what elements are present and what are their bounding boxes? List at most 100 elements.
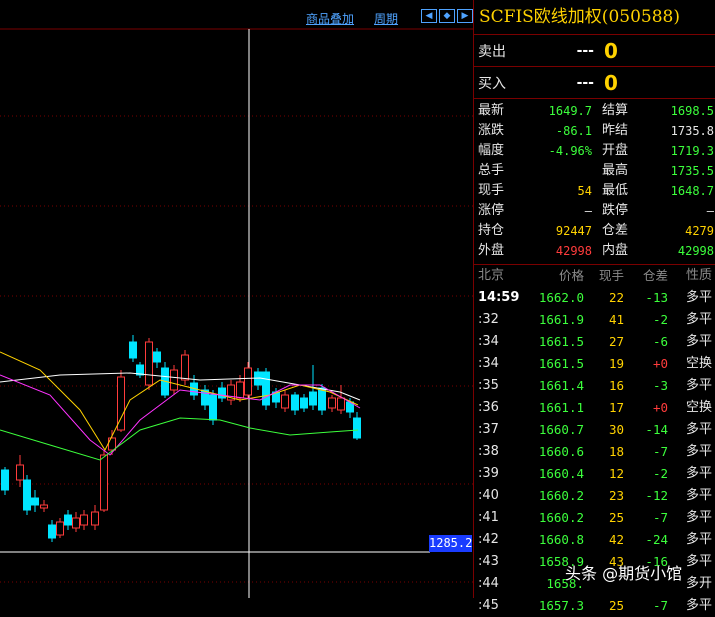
quote-panel: SCFIS欧线加权(050588) 卖出 --- 0 买入 --- 0 最新 16… — [473, 0, 715, 613]
scroll-right-icon[interactable]: ▶ — [457, 9, 473, 23]
kline-canvas — [0, 28, 473, 598]
tick-t: :44 — [478, 576, 499, 591]
candle — [1, 469, 9, 491]
tick-row[interactable]: :42 1660.8 42 -24 多平 — [474, 529, 715, 551]
overlay-link[interactable]: 商品叠加 — [306, 10, 354, 27]
tick-t: 14:59 — [478, 290, 520, 305]
tick-n: 空换 — [685, 400, 712, 415]
tick-p: 1661.1 — [538, 400, 584, 415]
tick-n: 空换 — [685, 356, 712, 371]
tick-row[interactable]: 14:59 1662.0 22 -13 多平 — [474, 287, 715, 309]
candle — [209, 394, 217, 421]
watermark: 头条 @期货小馆 — [565, 564, 683, 583]
stat-value: 1719.3 — [670, 144, 714, 158]
tick-q: 41 — [608, 312, 624, 327]
kline-chart[interactable]: 商品叠加 周期 ◀ ◆ ▶ 1285.2 — [0, 0, 473, 598]
stat-value: 1735.8 — [670, 124, 714, 138]
stat-label: 最低 — [602, 183, 629, 198]
tick-row[interactable]: :35 1661.4 16 -3 多平 — [474, 375, 715, 397]
tick-t: :38 — [478, 444, 499, 459]
tick-d: -24 — [645, 532, 668, 547]
buy-price: --- — [576, 74, 594, 91]
ma-green — [0, 417, 359, 461]
tick-p: 1660.7 — [538, 422, 584, 437]
tick-d: -12 — [645, 488, 668, 503]
stat-label: 跌停 — [602, 203, 629, 218]
scroll-left-icon[interactable]: ◀ — [421, 9, 437, 23]
tick-n: 多平 — [685, 312, 712, 327]
crosshair-price-tag: 1285.2 — [429, 535, 473, 552]
sell-qty: 0 — [604, 38, 618, 63]
candle — [291, 394, 299, 411]
candle — [31, 497, 39, 506]
tick-row[interactable]: :32 1661.9 41 -2 多平 — [474, 309, 715, 331]
contract-title: SCFIS欧线加权(050588) — [474, 0, 715, 35]
stat-row: 总手 最高 1735.5 — [474, 161, 715, 181]
tick-row[interactable]: :36 1661.1 17 +0 空换 — [474, 397, 715, 419]
tick-row[interactable]: :34 1661.5 19 +0 空换 — [474, 353, 715, 375]
tick-p: 1660.2 — [538, 510, 584, 525]
candle — [56, 521, 64, 536]
tick-n: 多平 — [685, 510, 712, 525]
zoom-icon[interactable]: ◆ — [439, 9, 455, 23]
tick-d: -7 — [652, 510, 668, 525]
stat-value — [510, 161, 598, 181]
tick-d: -14 — [645, 422, 668, 437]
tick-d: -2 — [652, 312, 668, 327]
tick-row[interactable]: :38 1660.6 18 -7 多平 — [474, 441, 715, 463]
tick-p: 1662.0 — [538, 290, 584, 305]
stat-value: — — [584, 204, 592, 218]
sell-price: --- — [576, 42, 594, 59]
stat-label: 现手 — [478, 183, 505, 198]
tick-t: :34 — [478, 356, 499, 371]
stat-label: 内盘 — [602, 243, 629, 258]
stat-label: 持仓 — [478, 223, 505, 238]
candle — [145, 341, 153, 386]
tick-q: 16 — [608, 378, 624, 393]
stat-row: 涨跌 -86.1 昨结 1735.8 — [474, 121, 715, 141]
tick-row[interactable]: :45 1657.3 25 -7 多平 — [474, 595, 715, 617]
tick-row[interactable]: :34 1661.5 27 -6 多平 — [474, 331, 715, 353]
candle — [236, 381, 244, 399]
tick-q: 19 — [608, 356, 624, 371]
period-link[interactable]: 周期 — [374, 10, 398, 27]
tick-t: :32 — [478, 312, 499, 327]
tick-q: 42 — [608, 532, 624, 547]
tick-row[interactable]: :41 1660.2 25 -7 多平 — [474, 507, 715, 529]
candle — [262, 371, 270, 406]
stat-label: 最高 — [602, 163, 629, 178]
tick-q: 25 — [608, 510, 624, 525]
tick-row[interactable]: :37 1660.7 30 -14 多平 — [474, 419, 715, 441]
tick-t: :40 — [478, 488, 499, 503]
stat-label: 外盘 — [478, 243, 505, 258]
tick-n: 多平 — [685, 466, 712, 481]
tick-n: 多平 — [685, 444, 712, 459]
ticks-header: 北京 价格 现手 仓差 性质 — [474, 265, 715, 287]
stat-value: 92447 — [555, 224, 592, 238]
buy-row: 买入 --- 0 — [474, 67, 715, 99]
tick-p: 1660.2 — [538, 488, 584, 503]
tick-q: 23 — [608, 488, 624, 503]
stat-value: 1649.7 — [548, 104, 592, 118]
ticks-header-cell: 现手 — [598, 268, 624, 283]
tick-t: :35 — [478, 378, 499, 393]
candle — [318, 387, 326, 411]
candle — [91, 511, 99, 526]
ticks-header-cell: 仓差 — [642, 268, 668, 283]
stat-value: 1735.5 — [670, 164, 714, 178]
candle — [244, 367, 252, 396]
tick-t: :42 — [478, 532, 499, 547]
tick-t: :39 — [478, 466, 499, 481]
tick-row[interactable]: :40 1660.2 23 -12 多平 — [474, 485, 715, 507]
tick-p: 1661.5 — [538, 356, 584, 371]
candle — [16, 464, 24, 481]
candle — [80, 514, 88, 526]
stat-label: 涨跌 — [478, 123, 505, 138]
stat-value: 54 — [577, 184, 592, 198]
tick-d: -6 — [652, 334, 668, 349]
tick-row[interactable]: :39 1660.4 12 -2 多平 — [474, 463, 715, 485]
stat-row: 外盘 42998 内盘 42998 — [474, 241, 715, 261]
stats-table: 最新 1649.7 结算 1698.5 涨跌 -86.1 昨结 1735.8 幅度 -4.96% 开… — [474, 99, 715, 265]
buy-label: 买入 — [478, 75, 506, 92]
candle — [300, 397, 308, 409]
